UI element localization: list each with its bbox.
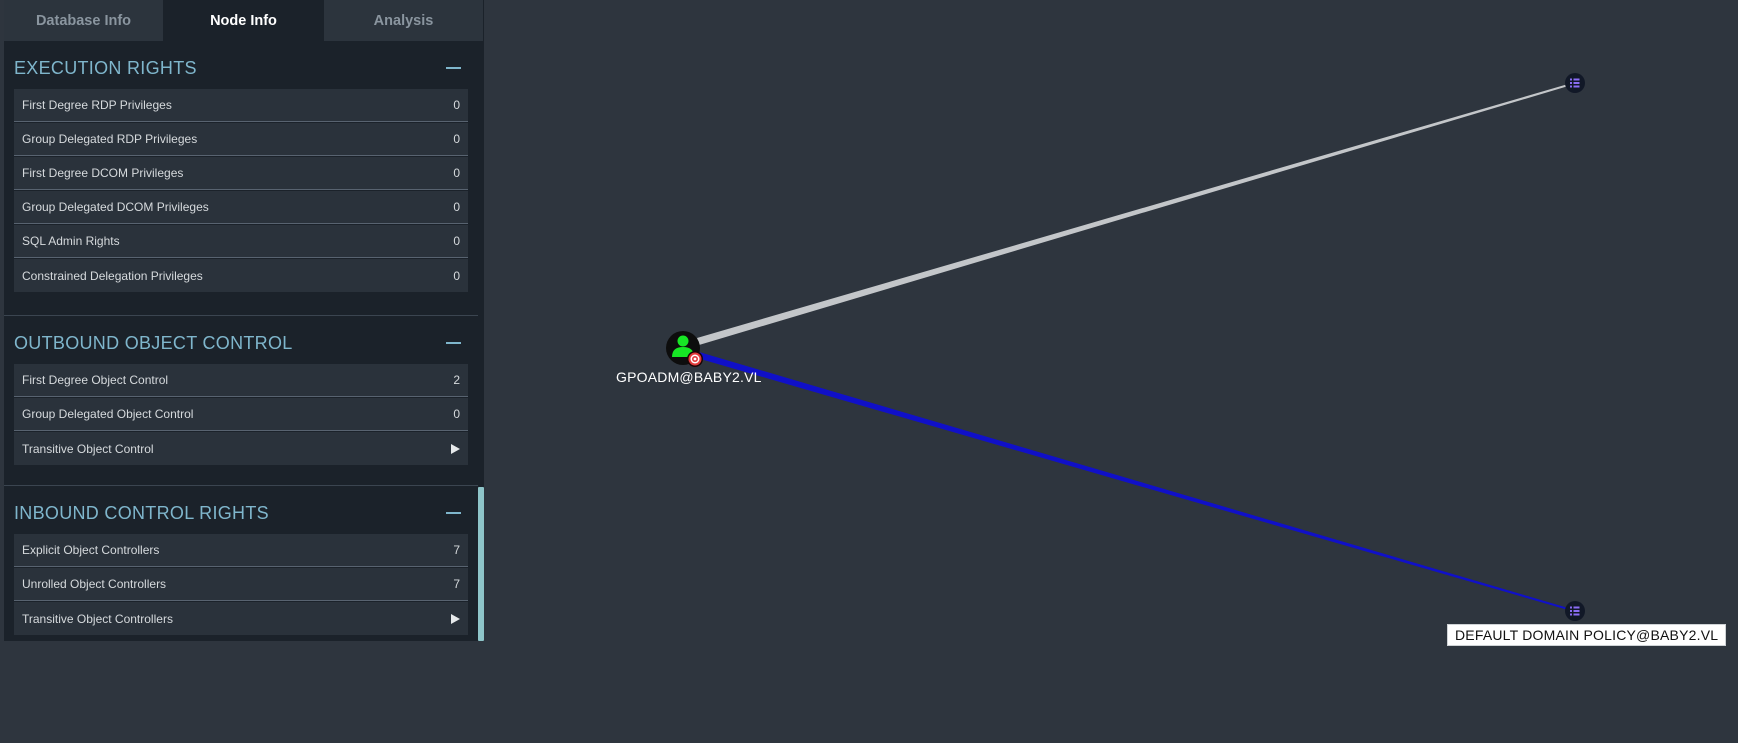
tab-analysis[interactable]: Analysis [324,0,484,41]
minus-icon [445,67,461,69]
row-value: 0 [453,166,460,180]
row-explicit-object-controllers[interactable]: Explicit Object Controllers 7 [14,534,468,567]
gpo-node-default-domain-policy[interactable] [1565,601,1585,621]
edge-user-to-default-domain-policy[interactable] [697,352,1575,612]
play-arrow-icon[interactable] [451,613,460,624]
row-group-delegated-dcom[interactable]: Group Delegated DCOM Privileges 0 [14,191,468,224]
section-header[interactable]: INBOUND CONTROL RIGHTS [14,486,468,534]
bloodhound-app: GPOADM@BABY2.VL DEFAULT DOMAIN POLICY@BA… [0,0,1738,743]
row-label: Group Delegated Object Control [22,407,194,421]
collapse-button[interactable] [438,498,468,528]
section-outbound-object-control: OUTBOUND OBJECT CONTROL First Degree Obj… [4,315,478,485]
row-value: 7 [453,577,460,591]
row-first-degree-dcom[interactable]: First Degree DCOM Privileges 0 [14,157,468,190]
row-value: 0 [453,234,460,248]
row-label: Group Delegated DCOM Privileges [22,200,209,214]
row-group-delegated-rdp[interactable]: Group Delegated RDP Privileges 0 [14,123,468,156]
target-icon [687,351,703,367]
section-header[interactable]: EXECUTION RIGHTS [14,41,468,89]
row-value: 2 [453,373,460,387]
user-node[interactable] [666,331,703,367]
list-icon [1570,606,1580,616]
row-label: Transitive Object Controllers [22,611,173,626]
row-label: First Degree DCOM Privileges [22,166,184,180]
minus-icon [445,512,461,514]
section-title: EXECUTION RIGHTS [14,57,197,78]
minus-icon [445,342,461,344]
user-node-label[interactable]: GPOADM@BABY2.VL [616,369,762,385]
scrollbar-thumb[interactable] [478,487,484,641]
row-first-degree-object-control[interactable]: First Degree Object Control 2 [14,364,468,397]
row-group-delegated-object-control[interactable]: Group Delegated Object Control 0 [14,398,468,431]
row-value: 0 [453,268,460,283]
panel-scrollbar[interactable] [478,41,484,641]
list-icon [1570,78,1580,88]
row-label: First Degree RDP Privileges [22,98,172,112]
collapse-button[interactable] [438,53,468,83]
row-value: 0 [453,407,460,421]
section-header[interactable]: OUTBOUND OBJECT CONTROL [14,316,468,364]
row-label: SQL Admin Rights [22,234,120,248]
panel-tabs: Database Info Node Info Analysis [4,0,484,41]
row-transitive-object-controllers[interactable]: Transitive Object Controllers [14,602,468,635]
row-label: First Degree Object Control [22,373,169,387]
node-info-panel: Database Info Node Info Analysis EXECUTI… [4,0,484,641]
section-execution-rights: EXECUTION RIGHTS First Degree RDP Privil… [4,41,478,315]
collapse-button[interactable] [438,328,468,358]
row-label: Transitive Object Control [22,441,154,456]
tab-database-info[interactable]: Database Info [4,0,164,41]
section-title: OUTBOUND OBJECT CONTROL [14,332,293,353]
row-label: Group Delegated RDP Privileges [22,132,198,146]
row-sql-admin-rights[interactable]: SQL Admin Rights 0 [14,225,468,258]
row-value: 7 [453,543,460,557]
row-label: Unrolled Object Controllers [22,577,167,591]
row-unrolled-object-controllers[interactable]: Unrolled Object Controllers 7 [14,568,468,601]
row-label: Explicit Object Controllers [22,543,160,557]
edge-user-to-gpo-top[interactable] [697,82,1575,345]
row-first-degree-rdp[interactable]: First Degree RDP Privileges 0 [14,89,468,122]
panel-scroll-area[interactable]: EXECUTION RIGHTS First Degree RDP Privil… [4,41,478,641]
row-constrained-delegation[interactable]: Constrained Delegation Privileges 0 [14,259,468,292]
gpo-node-top[interactable] [1565,73,1585,93]
row-transitive-object-control[interactable]: Transitive Object Control [14,432,468,465]
row-label: Constrained Delegation Privileges [22,268,203,283]
row-value: 0 [453,98,460,112]
section-title: INBOUND CONTROL RIGHTS [14,502,269,523]
gpo-node-label[interactable]: DEFAULT DOMAIN POLICY@BABY2.VL [1447,624,1727,646]
tab-node-info[interactable]: Node Info [164,0,324,41]
play-arrow-icon[interactable] [451,443,460,454]
row-value: 0 [453,132,460,146]
section-inbound-control-rights: INBOUND CONTROL RIGHTS Explicit Object C… [4,485,478,641]
row-value: 0 [453,200,460,214]
